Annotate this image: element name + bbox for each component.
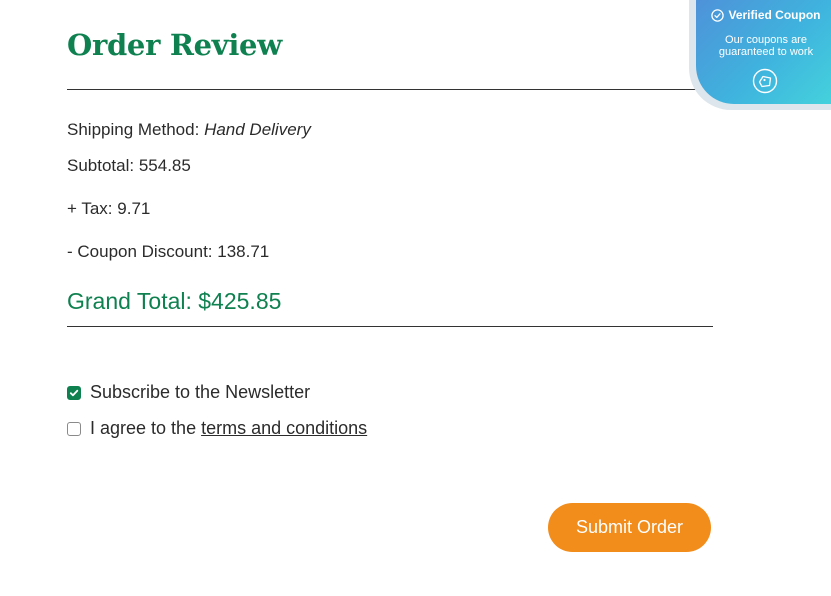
verified-coupon-badge[interactable]: Verified Coupon Our coupons are guarante…: [696, 0, 831, 104]
shipping-method: Shipping Method: Hand Delivery: [67, 120, 311, 140]
tax-label: + Tax:: [67, 199, 113, 218]
page-title: Order Review: [67, 28, 282, 62]
terms-link[interactable]: terms and conditions: [201, 418, 367, 439]
newsletter-option[interactable]: Subscribe to the Newsletter: [67, 382, 310, 403]
grand-total-label: Grand Total:: [67, 288, 192, 314]
submit-order-button[interactable]: Submit Order: [548, 503, 711, 552]
check-circle-icon: [711, 8, 725, 22]
divider: [67, 326, 713, 327]
badge-subtitle-line: guaranteed to work: [718, 46, 814, 58]
terms-label: I agree to the: [90, 418, 197, 438]
shipping-method-value: Hand Delivery: [204, 120, 311, 139]
badge-title: Verified Coupon: [728, 8, 821, 22]
tax-value: 9.71: [117, 199, 151, 218]
subtotal-label: Subtotal:: [67, 156, 135, 175]
subtotal-value: 554.85: [138, 156, 191, 175]
grand-total-value: $425.85: [198, 288, 282, 314]
badge-subtitle-line: Our coupons are: [725, 34, 807, 46]
shipping-method-label: Shipping Method:: [67, 120, 200, 139]
coupon-discount: - Coupon Discount: 138.71: [67, 242, 269, 262]
badge-subtitle: Our coupons are guaranteed to work: [700, 34, 831, 58]
subtotal: Subtotal: 554.85: [67, 156, 191, 176]
coupon-logo-icon: [752, 68, 778, 99]
terms-checkbox[interactable]: [67, 421, 81, 436]
badge-header: Verified Coupon: [704, 8, 828, 22]
terms-option[interactable]: I agree to the terms and conditions: [67, 418, 367, 439]
divider: [67, 89, 713, 90]
grand-total: Grand Total: $425.85: [67, 288, 281, 315]
tax: + Tax: 9.71: [67, 199, 150, 219]
newsletter-label: Subscribe to the Newsletter: [90, 382, 311, 402]
newsletter-checkbox[interactable]: [67, 385, 81, 400]
checkmark-icon: [69, 389, 79, 396]
coupon-discount-value: 138.71: [217, 242, 270, 261]
coupon-discount-label: - Coupon Discount:: [67, 242, 213, 261]
